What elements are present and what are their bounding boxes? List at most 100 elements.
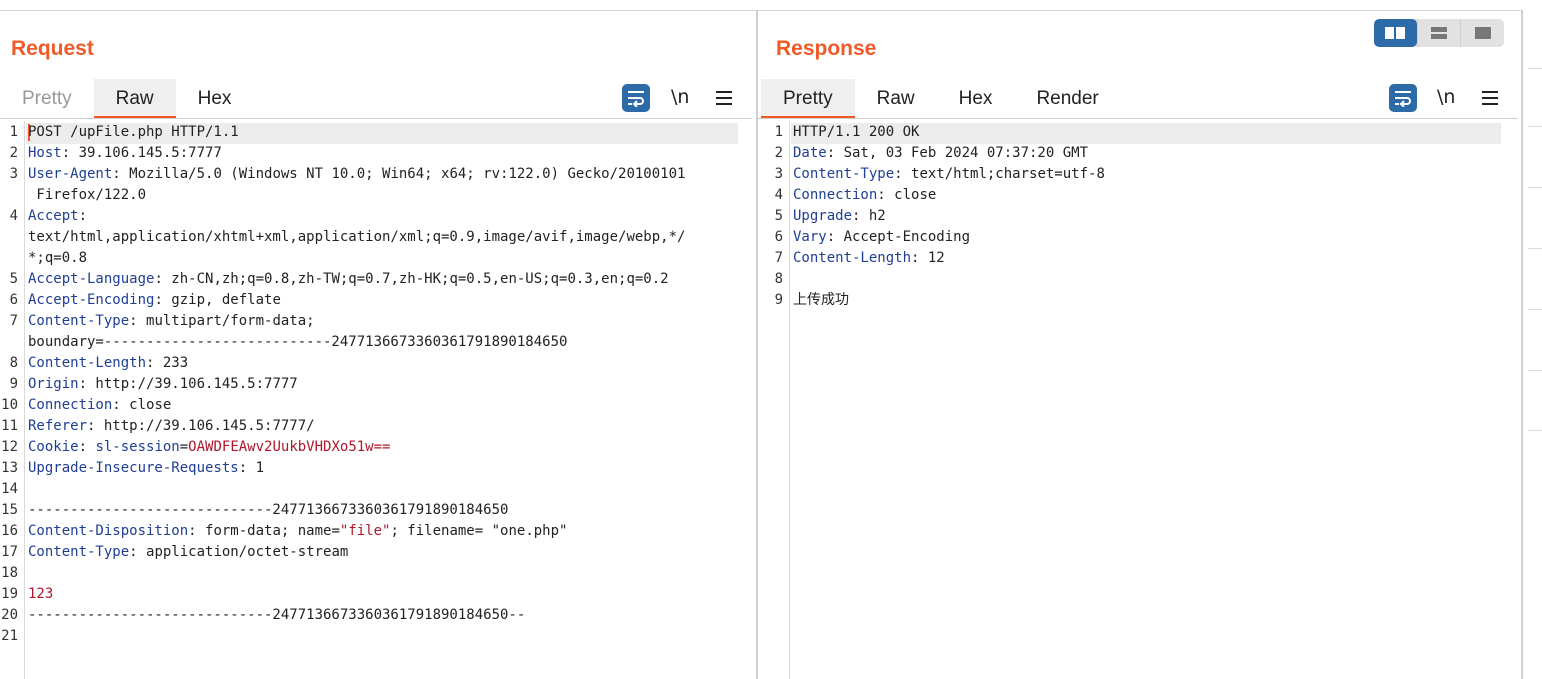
- string-value: OAWDFEAwv2UukbVHDXo51w==: [188, 439, 391, 455]
- scroll-marker: [1528, 248, 1542, 249]
- header-name: Date: [793, 145, 827, 161]
- text-segment: Firefox/122.0: [28, 187, 147, 203]
- string-value: 123: [28, 586, 54, 602]
- tab-raw[interactable]: Raw: [93, 79, 176, 119]
- text-segment: -----------------------------24771366733…: [28, 502, 509, 518]
- code-line: Accept:: [28, 206, 87, 227]
- request-panel: Request Pretty Raw Hex \n 1 POST /upFile.ph…: [0, 11, 756, 679]
- tab-pretty[interactable]: Pretty: [0, 79, 94, 119]
- text-segment: : text/html;charset=utf-8: [894, 166, 1105, 182]
- show-newlines-toggle[interactable]: \n: [1437, 86, 1455, 108]
- line-number: 8: [774, 271, 783, 287]
- text-segment: : http://39.106.145.5:7777/: [87, 418, 315, 434]
- code-line: Connection: close: [28, 395, 171, 416]
- code-line: Referer: http://39.106.145.5:7777/: [28, 416, 315, 437]
- text-segment: : 12: [911, 250, 945, 266]
- header-name: Accept-Encoding: [28, 292, 155, 308]
- hamburger-menu-icon[interactable]: [710, 84, 738, 112]
- code-line: -----------------------------24771366733…: [28, 605, 525, 626]
- header-name: Upgrade-Insecure-Requests: [28, 460, 239, 476]
- line-number: 21: [1, 628, 18, 644]
- scroll-marker: [1528, 126, 1542, 127]
- layout-stacked-icon[interactable]: [1416, 19, 1461, 47]
- text-segment: : application/octet-stream: [129, 544, 349, 560]
- code-line: -----------------------------24771366733…: [28, 500, 508, 521]
- show-newlines-toggle[interactable]: \n: [671, 86, 689, 108]
- line-number: 8: [9, 355, 18, 371]
- text-segment: text/html,application/xhtml+xml,applicat…: [28, 229, 686, 245]
- header-name: Connection: [793, 187, 878, 203]
- tab-render[interactable]: Render: [1014, 79, 1120, 119]
- header-name: Content-Disposition: [28, 523, 189, 539]
- response-title: Response: [776, 37, 877, 60]
- tab-pretty[interactable]: Pretty: [761, 79, 855, 119]
- tab-hex[interactable]: Hex: [176, 79, 254, 119]
- line-number: 20: [1, 607, 18, 623]
- layout-side-by-side-icon[interactable]: [1374, 19, 1417, 47]
- header-name: Content-Type: [793, 166, 895, 182]
- tab-raw[interactable]: Raw: [855, 79, 937, 119]
- line-number: 9: [774, 292, 783, 308]
- tab-hex[interactable]: Hex: [937, 79, 1015, 119]
- request-tabs: Pretty Raw Hex: [0, 79, 253, 119]
- text-segment: boundary=---------------------------2477…: [28, 334, 568, 350]
- line-number: 17: [1, 544, 18, 560]
- header-name: Origin: [28, 376, 79, 392]
- header-name: Accept-Language: [28, 271, 155, 287]
- scroll-marker: [1528, 430, 1542, 431]
- word-wrap-icon[interactable]: [1389, 84, 1417, 112]
- code-line: Content-Type: text/html;charset=utf-8: [793, 164, 1105, 185]
- text-segment: : 39.106.145.5:7777: [61, 145, 222, 161]
- text-segment: : gzip, deflate: [154, 292, 281, 308]
- request-editor[interactable]: 1 POST /upFile.php HTTP/1.1 2 Host: 39.106.…: [0, 121, 752, 679]
- header-name: Accept: [28, 208, 79, 224]
- line-number: 6: [774, 229, 783, 245]
- line-number: 4: [774, 187, 783, 203]
- line-number: 5: [9, 271, 18, 287]
- text-segment: 上传成功: [793, 292, 849, 308]
- line-number: 11: [1, 418, 18, 434]
- text-segment: : multipart/form-data;: [129, 313, 315, 329]
- code-line: Origin: http://39.106.145.5:7777: [28, 374, 298, 395]
- scroll-marker: [1528, 309, 1542, 310]
- hamburger-menu-icon[interactable]: [1476, 84, 1504, 112]
- header-name: Content-Type: [28, 544, 130, 560]
- text-segment: =: [179, 439, 189, 455]
- text-segment: : form-data; name=: [188, 523, 340, 539]
- line-number: 16: [1, 523, 18, 539]
- code-line: Vary: Accept-Encoding: [793, 227, 970, 248]
- code-line: text/html,application/xhtml+xml,applicat…: [28, 227, 685, 248]
- text-segment: POST /upFile.php HTTP/1.1: [28, 124, 239, 140]
- scroll-marker: [1528, 187, 1542, 188]
- code-line: Upgrade: h2: [793, 206, 886, 227]
- word-wrap-icon[interactable]: [622, 84, 650, 112]
- header-name: Upgrade: [793, 208, 853, 224]
- code-line: *;q=0.8: [28, 248, 87, 269]
- line-number: 15: [1, 502, 18, 518]
- code-line: HTTP/1.1 200 OK: [793, 122, 919, 143]
- line-number: 14: [1, 481, 18, 497]
- line-number: 3: [9, 166, 18, 182]
- response-editor[interactable]: 1 HTTP/1.1 200 OK 2 Date: Sat, 03 Feb 2024 …: [765, 121, 1521, 679]
- layout-switcher: [1374, 19, 1504, 47]
- scroll-marker: [1528, 370, 1542, 371]
- response-tab-divider: [758, 118, 1518, 119]
- line-number: 7: [9, 313, 18, 329]
- text-segment: : 1: [238, 460, 265, 476]
- code-line: Content-Disposition: form-data; name="fi…: [28, 521, 567, 542]
- text-segment: :: [78, 208, 88, 224]
- code-line: Content-Length: 233: [28, 353, 188, 374]
- code-line: boundary=---------------------------2477…: [28, 332, 567, 353]
- text-segment: -----------------------------24771366733…: [28, 607, 526, 623]
- request-tab-divider: [0, 118, 752, 119]
- header-name: Content-Length: [793, 250, 912, 266]
- header-name: Connection: [28, 397, 113, 413]
- line-number: 2: [774, 145, 783, 161]
- layout-single-icon[interactable]: [1460, 19, 1504, 47]
- line-number: 1: [9, 124, 18, 140]
- line-number: 7: [774, 250, 783, 266]
- header-name: Content-Type: [28, 313, 130, 329]
- text-segment: : zh-CN,zh;q=0.8,zh-TW;q=0.7,zh-HK;q=0.5…: [154, 271, 669, 287]
- inspector-border: [1521, 10, 1523, 679]
- text-segment: HTTP/1.1 200 OK: [793, 124, 920, 140]
